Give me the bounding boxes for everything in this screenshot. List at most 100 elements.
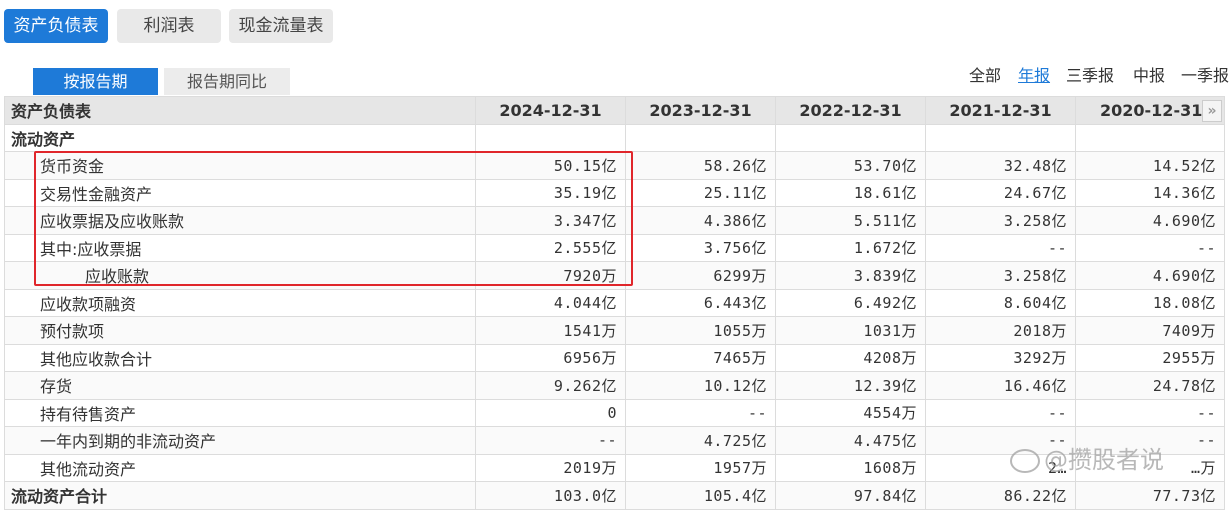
tab-income-statement[interactable]: 利润表 xyxy=(117,9,221,43)
tab-period-yoy[interactable]: 报告期同比 xyxy=(164,68,290,95)
row-value: -- xyxy=(475,426,626,455)
tab-balance-sheet[interactable]: 资产负债表 xyxy=(4,9,108,43)
period-q1[interactable]: 一季报 xyxy=(1181,64,1229,88)
row-value: -- xyxy=(625,398,776,427)
row-value xyxy=(1075,123,1225,152)
row-value: 3.756亿 xyxy=(625,233,776,262)
header-label: 资产负债表 xyxy=(4,96,476,125)
row-value: 2019万 xyxy=(475,453,626,482)
tab-cash-flow[interactable]: 现金流量表 xyxy=(229,9,333,43)
row-label: 应收账款 xyxy=(4,261,476,290)
row-label: 应收票据及应收账款 xyxy=(4,206,476,235)
row-value: 5.511亿 xyxy=(775,206,926,235)
row-value xyxy=(775,123,926,152)
row-value: 6299万 xyxy=(625,261,776,290)
table-row: 其中:应收票据 2.555亿 3.756亿 1.672亿 -- -- xyxy=(4,233,1225,262)
row-value: 2.555亿 xyxy=(475,233,626,262)
row-label: 其他流动资产 xyxy=(4,453,476,482)
header-year[interactable]: 2022-12-31 xyxy=(775,96,926,125)
table-row: 流动资产 xyxy=(4,123,1225,152)
row-value: 4.044亿 xyxy=(475,288,626,317)
row-value: 2955万 xyxy=(1075,343,1225,372)
row-value: 35.19亿 xyxy=(475,178,626,207)
table-row: 货币资金 50.15亿 58.26亿 53.70亿 32.48亿 14.52亿 xyxy=(4,151,1225,180)
row-value: 1957万 xyxy=(625,453,776,482)
row-value xyxy=(625,123,776,152)
row-value: 1541万 xyxy=(475,316,626,345)
row-value: 7920万 xyxy=(475,261,626,290)
header-year[interactable]: 2023-12-31 xyxy=(625,96,776,125)
row-value: 9.262亿 xyxy=(475,371,626,400)
row-label: 预付款项 xyxy=(4,316,476,345)
watermark-logo-icon xyxy=(1010,449,1040,473)
header-year[interactable]: 2024-12-31 xyxy=(475,96,626,125)
row-value: 1608万 xyxy=(775,453,926,482)
row-value: 4.386亿 xyxy=(625,206,776,235)
row-value: 3.839亿 xyxy=(775,261,926,290)
table-row: 应收账款 7920万 6299万 3.839亿 3.258亿 4.690亿 xyxy=(4,261,1225,290)
row-label: 其他应收款合计 xyxy=(4,343,476,372)
row-value: -- xyxy=(925,233,1076,262)
row-value: 3292万 xyxy=(925,343,1076,372)
row-value xyxy=(925,123,1076,152)
row-label: 应收款项融资 xyxy=(4,288,476,317)
row-value: 24.78亿 xyxy=(1075,371,1225,400)
table-row: 其他应收款合计 6956万 7465万 4208万 3292万 2955万 xyxy=(4,343,1225,372)
watermark: @攒股者说 xyxy=(1010,440,1164,475)
header-year[interactable]: 2021-12-31 xyxy=(925,96,1076,125)
watermark-text: @攒股者说 xyxy=(1044,446,1164,474)
row-value: 6956万 xyxy=(475,343,626,372)
row-value: 53.70亿 xyxy=(775,151,926,180)
row-label: 货币资金 xyxy=(4,151,476,180)
row-value: 12.39亿 xyxy=(775,371,926,400)
row-value: 10.12亿 xyxy=(625,371,776,400)
row-value: 7409万 xyxy=(1075,316,1225,345)
header-year-last[interactable]: 2020-12-31» xyxy=(1075,96,1225,125)
row-value: 14.52亿 xyxy=(1075,151,1225,180)
table-row: 应收款项融资 4.044亿 6.443亿 6.492亿 8.604亿 18.08亿 xyxy=(4,288,1225,317)
row-value: 4.725亿 xyxy=(625,426,776,455)
row-value: 4.690亿 xyxy=(1075,206,1225,235)
row-value: -- xyxy=(1075,233,1225,262)
row-label: 存货 xyxy=(4,371,476,400)
row-value: 4.475亿 xyxy=(775,426,926,455)
row-label: 一年内到期的非流动资产 xyxy=(4,426,476,455)
row-value: 58.26亿 xyxy=(625,151,776,180)
scroll-right-icon[interactable]: » xyxy=(1202,100,1222,122)
row-value: 0 xyxy=(475,398,626,427)
row-label: 其中:应收票据 xyxy=(4,233,476,262)
row-value: 32.48亿 xyxy=(925,151,1076,180)
row-value: 14.36亿 xyxy=(1075,178,1225,207)
row-value: 2018万 xyxy=(925,316,1076,345)
row-value: 50.15亿 xyxy=(475,151,626,180)
row-value: 24.67亿 xyxy=(925,178,1076,207)
row-value: 4554万 xyxy=(775,398,926,427)
tab-by-report-period[interactable]: 按报告期 xyxy=(33,68,158,95)
row-value: 16.46亿 xyxy=(925,371,1076,400)
row-value: 18.08亿 xyxy=(1075,288,1225,317)
period-q3[interactable]: 三季报 xyxy=(1066,64,1114,88)
row-value: 8.604亿 xyxy=(925,288,1076,317)
table-row: 持有待售资产 0 -- 4554万 -- -- xyxy=(4,398,1225,427)
row-value: 7465万 xyxy=(625,343,776,372)
row-value: 18.61亿 xyxy=(775,178,926,207)
header-year[interactable]: 2020-12-31 xyxy=(1100,101,1202,120)
row-value: -- xyxy=(1075,398,1225,427)
row-value: 6.443亿 xyxy=(625,288,776,317)
table-row: 交易性金融资产 35.19亿 25.11亿 18.61亿 24.67亿 14.36亿 xyxy=(4,178,1225,207)
row-label: 流动资产 xyxy=(4,123,476,152)
row-label: 持有待售资产 xyxy=(4,398,476,427)
row-value: 3.258亿 xyxy=(925,261,1076,290)
row-value: 6.492亿 xyxy=(775,288,926,317)
row-value: 1.672亿 xyxy=(775,233,926,262)
row-label: 交易性金融资产 xyxy=(4,178,476,207)
row-value: 3.347亿 xyxy=(475,206,626,235)
row-value: 1031万 xyxy=(775,316,926,345)
row-value: 3.258亿 xyxy=(925,206,1076,235)
table-header-row: 资产负债表 2024-12-31 2023-12-31 2022-12-31 2… xyxy=(4,96,1225,125)
period-half-year[interactable]: 中报 xyxy=(1133,64,1165,88)
period-all[interactable]: 全部 xyxy=(969,64,1001,88)
table-row: 存货 9.262亿 10.12亿 12.39亿 16.46亿 24.78亿 xyxy=(4,371,1225,400)
period-annual[interactable]: 年报 xyxy=(1018,64,1050,88)
row-value: 1055万 xyxy=(625,316,776,345)
